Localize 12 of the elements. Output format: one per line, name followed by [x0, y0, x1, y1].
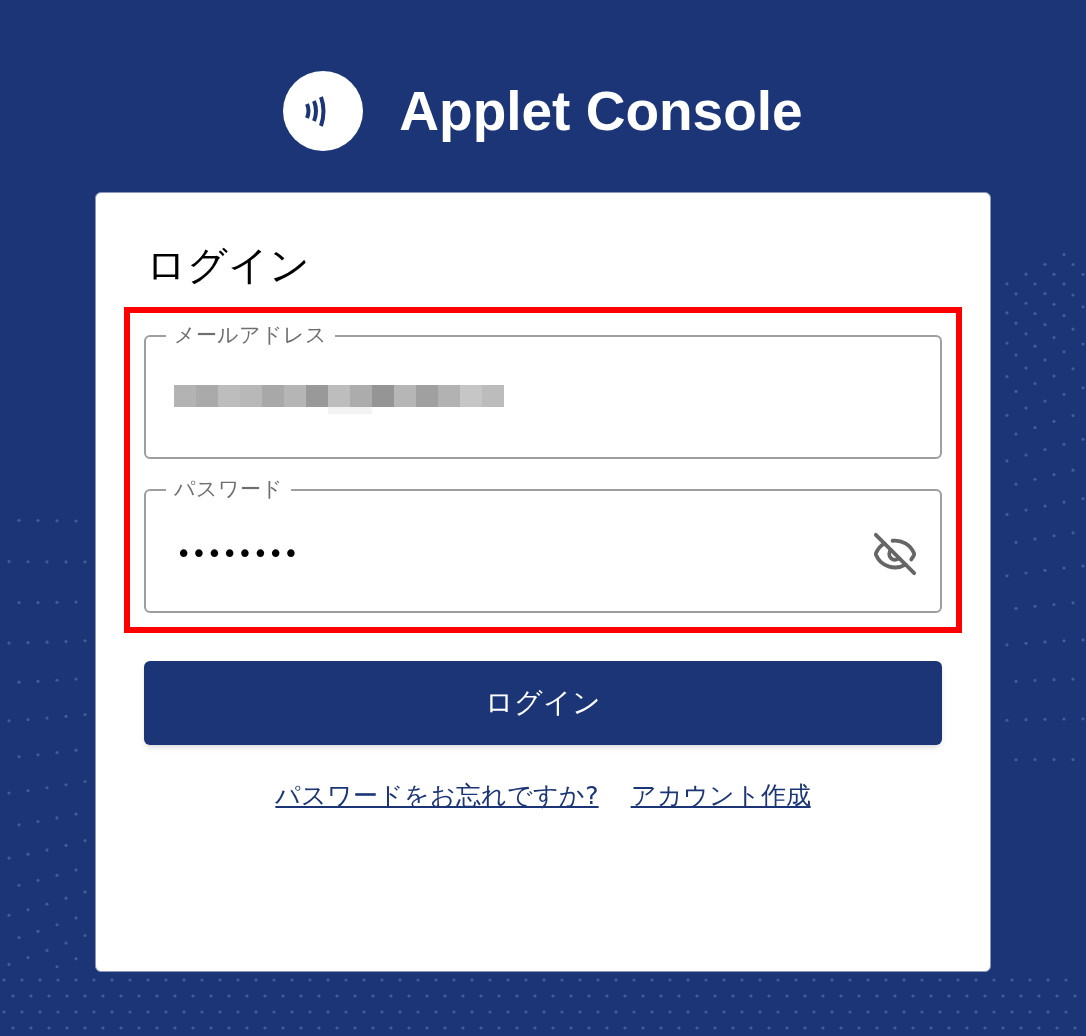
password-field[interactable]: パスワード •••••••• [144, 479, 942, 613]
login-button[interactable]: ログイン [144, 661, 942, 745]
email-field[interactable]: メールアドレス [144, 325, 942, 459]
field-label: パスワード [173, 479, 284, 500]
text-link[interactable]: パスワードをお忘れですか? [275, 777, 599, 815]
text-link[interactable]: アカウント作成 [630, 777, 811, 815]
eye-slash-icon[interactable] [872, 531, 918, 577]
logo-icon [283, 71, 364, 151]
password-value: •••••••• [176, 537, 300, 571]
app-title: Applet Console [399, 78, 803, 144]
card-title: ログイン [146, 245, 311, 285]
field-label: メールアドレス [173, 325, 328, 346]
